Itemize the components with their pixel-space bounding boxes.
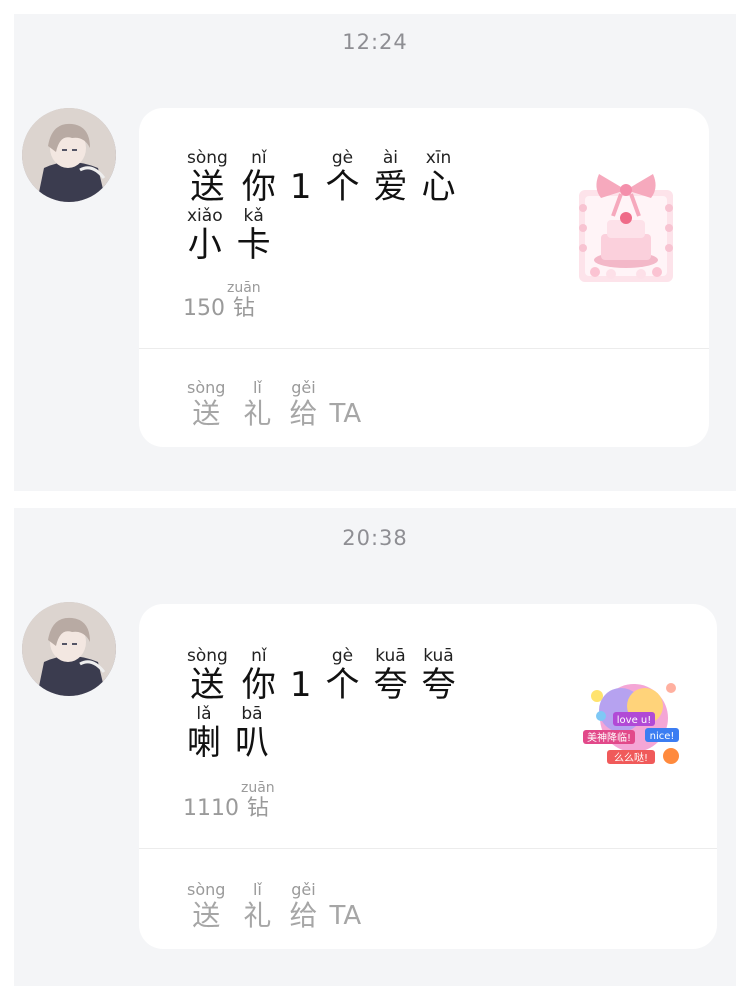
message-panel-2: 20:38 sòng 送 nǐ 你 1 gè 个 kuā 夸 kuā 夸 lǎ 喇 bā 叭 — [14, 508, 736, 986]
card-divider — [139, 848, 717, 849]
send-gift-button[interactable]: sòng 送 lǐ 礼 gěi 给 TA — [187, 880, 361, 932]
ruby-char: kuā 夸 — [373, 646, 408, 705]
ruby-char: 1 — [289, 167, 312, 207]
ruby-char: lǐ 礼 — [243, 880, 272, 932]
send-gift-button[interactable]: sòng 送 lǐ 礼 gěi 给 TA — [187, 378, 361, 430]
ruby-char: sòng 送 — [187, 148, 228, 207]
gift-price: 1110 zuān 钻 — [183, 780, 275, 822]
message-panel-1: 12:24 sòng 送 nǐ 你 1 gè 个 ài 爱 xīn 心 xiǎo 小 kǎ 卡 — [14, 14, 736, 491]
ruby-char: bā 叭 — [235, 704, 269, 763]
ruby-char: kuā 夸 — [421, 646, 456, 705]
sticker-text: nice! — [650, 731, 675, 742]
gift-title-line-2: xiǎo 小 kǎ 卡 — [187, 206, 285, 264]
ruby-char: nǐ 你 — [241, 148, 276, 207]
ruby-char: nǐ 你 — [241, 646, 276, 705]
ruby-char: sòng 送 — [187, 378, 226, 430]
avatar[interactable] — [22, 602, 116, 696]
gift-title-line-1: sòng 送 nǐ 你 1 gè 个 ài 爱 xīn 心 — [187, 148, 469, 206]
ruby-char: kǎ 卡 — [236, 206, 271, 265]
gift-card[interactable]: sòng 送 nǐ 你 1 gè 个 ài 爱 xīn 心 xiǎo 小 kǎ 卡 150 z… — [139, 108, 709, 447]
ruby-char: sòng 送 — [187, 880, 226, 932]
price-amount: 150 — [183, 296, 225, 321]
ruby-char: xīn 心 — [421, 148, 456, 207]
ruby-char: gè 个 — [325, 646, 360, 705]
gift-card[interactable]: sòng 送 nǐ 你 1 gè 个 kuā 夸 kuā 夸 lǎ 喇 bā 叭 1110 z… — [139, 604, 717, 949]
ruby-char: gè 个 — [325, 148, 360, 207]
sticker-text: love u! — [617, 715, 652, 726]
ruby-char: xiǎo 小 — [187, 206, 223, 265]
send-target: TA — [329, 901, 362, 931]
gift-price: 150 zuān 钻 — [183, 280, 261, 322]
gift-title-line-1: sòng 送 nǐ 你 1 gè 个 kuā 夸 kuā 夸 — [187, 646, 469, 704]
gift-title-line-2: lǎ 喇 bā 叭 — [187, 704, 283, 762]
ruby-char: gěi 给 — [289, 880, 318, 932]
send-target: TA — [329, 399, 362, 429]
ruby-char: lǎ 喇 — [187, 704, 221, 763]
sticker-text: 么么哒! — [614, 751, 648, 764]
ruby-char: gěi 给 — [289, 378, 318, 430]
praise-sticker-icon[interactable]: love u! 美神降临! nice! 么么哒! — [579, 666, 689, 786]
price-unit: zuān 钻 — [241, 780, 275, 821]
cake-with-bow-icon[interactable] — [571, 168, 681, 288]
price-amount: 1110 — [183, 796, 239, 821]
ruby-char: sòng 送 — [187, 646, 228, 705]
avatar[interactable] — [22, 108, 116, 202]
gift-card-body[interactable]: sòng 送 nǐ 你 1 gè 个 kuā 夸 kuā 夸 lǎ 喇 bā 叭 1110 z… — [139, 604, 717, 848]
price-unit: zuān 钻 — [227, 280, 261, 321]
message-timestamp: 12:24 — [342, 30, 408, 54]
message-timestamp: 20:38 — [342, 526, 408, 550]
card-divider — [139, 348, 709, 349]
ruby-char: ài 爱 — [373, 148, 408, 207]
sticker-text: 美神降临! — [587, 731, 631, 744]
ruby-char: 1 — [289, 665, 312, 705]
ruby-char: lǐ 礼 — [243, 378, 272, 430]
gift-card-body[interactable]: sòng 送 nǐ 你 1 gè 个 ài 爱 xīn 心 xiǎo 小 kǎ 卡 150 z… — [139, 108, 709, 348]
